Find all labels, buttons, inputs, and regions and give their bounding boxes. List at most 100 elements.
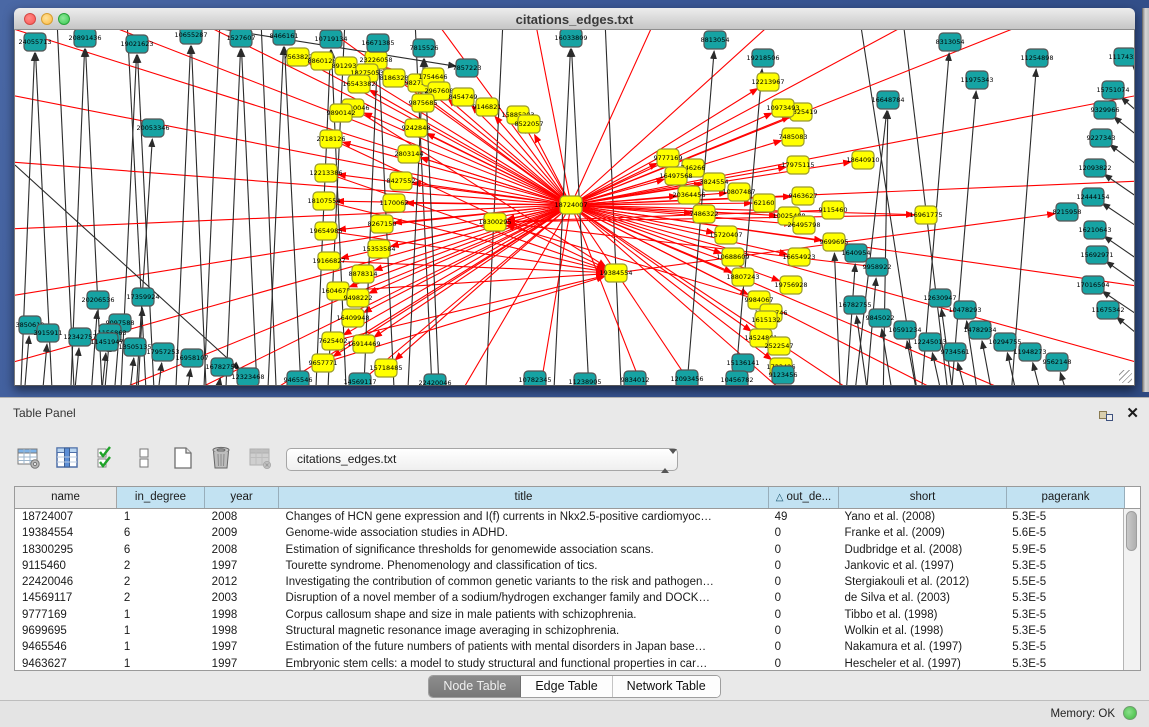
tab-edge-table[interactable]: Edge Table <box>521 676 612 697</box>
graph-node[interactable]: 22420046 <box>418 374 451 385</box>
graph-edge[interactable] <box>225 49 241 385</box>
graph-node[interactable]: 12213967 <box>751 73 784 91</box>
graph-node[interactable]: 7815526 <box>410 39 439 57</box>
graph-node[interactable]: 12093456 <box>670 370 703 385</box>
graph-node[interactable]: 9734561 <box>941 343 970 361</box>
graph-edge[interactable] <box>242 49 258 385</box>
graph-node[interactable]: 7625402 <box>319 332 348 350</box>
delete-table-icon[interactable] <box>206 446 236 474</box>
graph-node[interactable]: 9227343 <box>1087 129 1116 147</box>
graph-node[interactable]: 9115460 <box>819 201 848 219</box>
graph-node[interactable]: 7485083 <box>779 128 808 146</box>
graph-node[interactable]: 8427552 <box>387 172 416 190</box>
graph-node[interactable]: 19384554 <box>599 264 632 282</box>
graph-node[interactable]: 16782755 <box>838 296 871 314</box>
graph-node[interactable]: 17359924 <box>126 288 159 306</box>
graph-node[interactable]: 20206536 <box>81 291 114 309</box>
graph-edge[interactable] <box>261 30 277 385</box>
graph-node[interactable]: 24055713 <box>18 33 51 51</box>
graph-node[interactable]: 12093822 <box>1078 159 1111 177</box>
float-panel-icon[interactable] <box>1099 408 1113 421</box>
graph-edge[interactable] <box>369 205 571 293</box>
graph-node[interactable]: 10655287 <box>174 30 207 44</box>
graph-node[interactable]: 9329966 <box>1091 101 1120 119</box>
graph-node[interactable]: 15751074 <box>1096 81 1129 99</box>
graph-node[interactable]: 8267150 <box>368 215 397 233</box>
column-header-name[interactable]: name <box>15 487 117 508</box>
graph-node[interactable]: 10456782 <box>720 371 753 385</box>
window-resize-grip-icon[interactable] <box>1119 370 1132 383</box>
select-all-icon[interactable] <box>91 446 121 474</box>
table-row[interactable]: 977716911998Corpus callosum shape and si… <box>15 607 1123 623</box>
graph-node[interactable]: 10688609 <box>716 248 749 266</box>
graph-node[interactable]: 16654923 <box>782 248 815 266</box>
graph-node[interactable]: 16648784 <box>871 91 904 109</box>
graph-edge[interactable] <box>175 46 191 385</box>
graph-node[interactable]: 8215958 <box>1053 203 1082 221</box>
graph-edge[interactable] <box>553 49 570 385</box>
graph-node[interactable]: 9242848 <box>402 119 431 137</box>
graph-edge[interactable] <box>203 30 220 385</box>
graph-edge[interactable] <box>932 353 945 385</box>
graph-edge[interactable] <box>907 341 920 385</box>
graph-node[interactable]: 1527607 <box>227 30 256 47</box>
graph-node[interactable]: 19654985 <box>309 222 342 240</box>
graph-edge[interactable] <box>191 46 207 385</box>
graph-node[interactable]: 9875685 <box>409 94 438 112</box>
table-row[interactable]: 1456911722003Disruption of a novel membe… <box>15 590 1123 606</box>
graph-edge[interactable] <box>1104 236 1135 285</box>
graph-edge[interactable] <box>834 253 841 385</box>
graph-node[interactable]: 15692971 <box>1080 246 1113 264</box>
table-selector-dropdown[interactable]: citations_edges.txt <box>286 448 678 471</box>
graph-node[interactable]: 11238905 <box>568 373 601 385</box>
graph-node[interactable]: 10591234 <box>888 321 921 339</box>
graph-edge[interactable] <box>950 91 976 385</box>
graph-node[interactable]: 11254898 <box>1020 49 1053 67</box>
graph-node[interactable]: 11675342 <box>1091 301 1124 319</box>
network-graph[interactable]: 1872400718300295193845547563822886012889… <box>15 30 1135 385</box>
graph-node[interactable]: 8466161 <box>270 30 299 45</box>
graph-node[interactable]: 10782345 <box>518 371 551 385</box>
network-canvas[interactable]: 1872400718300295193845547563822886012889… <box>14 30 1135 386</box>
graph-node[interactable]: 10478293 <box>948 301 981 319</box>
column-header-out_de[interactable]: △out_de... <box>769 487 839 508</box>
graph-edge[interactable] <box>1132 65 1135 112</box>
table-row[interactable]: 2242004622012Investigating the contribut… <box>15 574 1123 590</box>
window-titlebar[interactable]: citations_edges.txt <box>14 8 1135 30</box>
graph-node[interactable]: 2803144 <box>395 145 424 163</box>
graph-edge[interactable] <box>41 344 47 385</box>
graph-edge[interactable] <box>285 47 302 385</box>
tab-node-table[interactable]: Node Table <box>429 676 521 697</box>
graph-node[interactable]: 12444154 <box>1076 188 1109 206</box>
graph-node[interactable]: 19218506 <box>746 49 779 67</box>
graph-edge[interactable] <box>1033 363 1045 385</box>
graph-node[interactable]: 9657771 <box>309 354 338 372</box>
new-table-icon[interactable] <box>168 446 198 474</box>
graph-node[interactable]: 2718126 <box>317 130 346 148</box>
column-visibility-icon[interactable] <box>52 446 82 474</box>
table-row[interactable]: 969969511998Structural magnetic resonanc… <box>15 623 1123 639</box>
table-row[interactable]: 911546021997Tourette syndrome. Phenomeno… <box>15 558 1123 574</box>
graph-edge[interactable] <box>185 369 191 385</box>
graph-node[interactable]: 8522057 <box>515 115 544 133</box>
graph-node[interactable]: 8813054 <box>701 31 730 49</box>
close-panel-icon[interactable]: ✕ <box>1126 404 1139 422</box>
column-header-in_degree[interactable]: in_degree <box>117 487 205 508</box>
table-row[interactable]: 946362711997Embryonic stem cells: a mode… <box>15 656 1123 670</box>
graph-node[interactable]: 9562148 <box>1043 353 1072 371</box>
graph-edge[interactable] <box>982 341 995 385</box>
graph-edge[interactable] <box>23 336 29 385</box>
graph-node[interactable]: 9123456 <box>769 366 798 384</box>
graph-node[interactable]: 9465546 <box>284 371 313 385</box>
graph-node[interactable]: 1640954 <box>842 244 871 262</box>
graph-node[interactable]: 15136141 <box>726 354 759 372</box>
graph-node[interactable]: 18107554 <box>307 192 340 210</box>
graph-node[interactable]: 19756928 <box>774 276 807 294</box>
graph-node[interactable]: 9777169 <box>654 149 683 167</box>
graph-edge[interactable] <box>20 53 35 385</box>
graph-node[interactable]: 9498222 <box>344 289 373 307</box>
graph-edge[interactable] <box>45 205 571 385</box>
graph-edge[interactable] <box>1060 372 1072 385</box>
unselect-all-icon[interactable] <box>129 446 159 474</box>
graph-node[interactable]: 16210643 <box>1078 221 1111 239</box>
